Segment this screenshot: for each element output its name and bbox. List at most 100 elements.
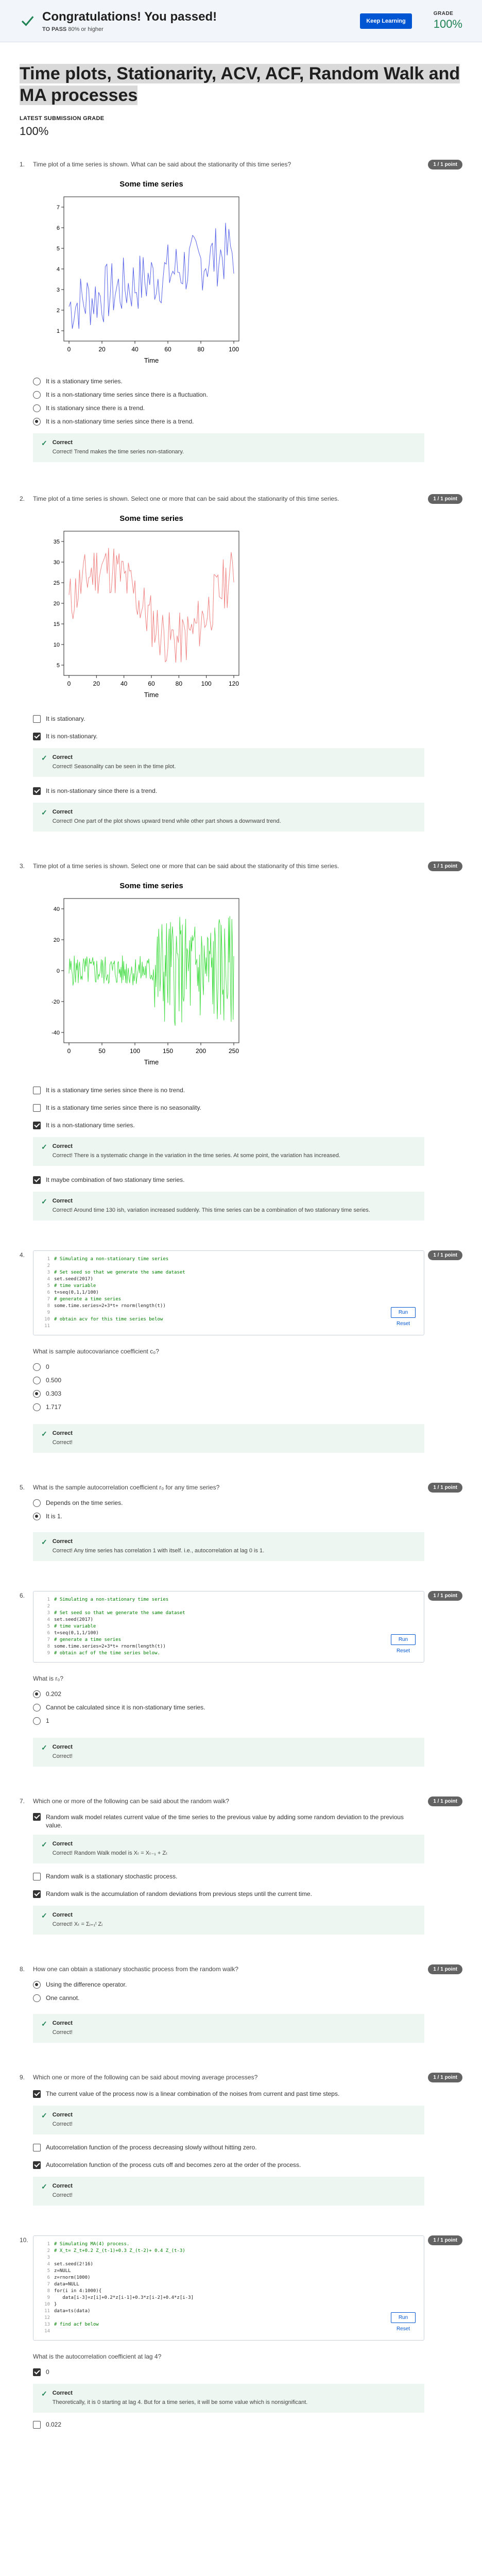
result-banner: Congratulations! You passed! TO PASS 80%… <box>0 0 482 42</box>
chart-title: Some time series <box>119 514 183 523</box>
y-tick-label: 4 <box>57 266 60 273</box>
checkbox[interactable] <box>33 1890 41 1898</box>
radio-button[interactable] <box>33 1703 41 1711</box>
option[interactable]: Cannot be calculated since it is non-sta… <box>33 1701 462 1714</box>
code-editor[interactable]: 1 2 3 4 5 6 7 8 9 10 11 # Simulating a non-station… <box>33 1250 424 1335</box>
y-tick-label: 1 <box>57 328 60 334</box>
run-button[interactable]: Run <box>390 1634 416 1645</box>
checkbox[interactable] <box>33 1104 41 1112</box>
question-text: Which one or more of the following can b… <box>33 2074 258 2081</box>
radio-button[interactable] <box>33 404 41 412</box>
line-numbers: 1 2 3 4 5 6 7 8 9 10 11 12 13 14 <box>33 2241 54 2335</box>
option-selected[interactable]: It maybe combination of two stationary t… <box>33 1173 462 1187</box>
option-selected[interactable]: It is a non-stationary time series since… <box>33 415 462 428</box>
option[interactable]: Depends on the time series. <box>33 1496 462 1510</box>
option-selected[interactable]: It is a non-stationary time series. <box>33 1118 462 1132</box>
option[interactable]: It is a non-stationary time series since… <box>33 388 462 401</box>
radio-button[interactable] <box>33 1690 41 1698</box>
run-button[interactable]: Run <box>390 1307 416 1318</box>
checkbox[interactable] <box>33 1176 41 1184</box>
option-selected[interactable]: 0.202 <box>33 1687 462 1701</box>
radio-button[interactable] <box>33 391 41 399</box>
code-editor[interactable]: 1 2 34 5 67 8 9 # Simulating a non-stationary … <box>33 1591 424 1663</box>
reset-link[interactable]: Reset <box>397 1648 410 1654</box>
plot-frame <box>63 531 239 676</box>
checkbox[interactable] <box>33 1872 41 1880</box>
checkbox[interactable] <box>33 2161 41 2169</box>
checkbox[interactable] <box>33 2420 41 2429</box>
reset-link[interactable]: Reset <box>397 1321 410 1327</box>
reset-link[interactable]: Reset <box>397 2326 410 2332</box>
radio-button[interactable] <box>33 1994 41 2002</box>
option-selected[interactable]: 0.303 <box>33 1387 462 1400</box>
check-circle-icon <box>21 15 34 26</box>
option[interactable]: 1.717 <box>33 1400 462 1414</box>
code-editor[interactable]: 1 2 3 4 5 6 7 8 9 10 11 12 13 14 # Simulating MA(4) p… <box>33 2235 424 2341</box>
option[interactable]: Random walk is a stationary stochastic p… <box>33 1870 462 1883</box>
option-selected[interactable]: The current value of the process now is … <box>33 2087 462 2100</box>
x-tick-label: 80 <box>176 680 183 687</box>
line-number: 5 <box>47 1283 50 1289</box>
checkbox[interactable] <box>33 1813 41 1821</box>
checkbox[interactable] <box>33 1121 41 1129</box>
run-button[interactable]: Run <box>390 2312 416 2323</box>
option-selected[interactable]: Using the difference operator. <box>33 1978 462 1991</box>
checkbox[interactable] <box>33 2143 41 2151</box>
option-selected[interactable]: It is non-stationary since there is a tr… <box>33 784 462 798</box>
code-text[interactable]: # Simulating a non-stationary time serie… <box>54 1256 383 1330</box>
feedback-box: ✓ Correct Correct! Random Walk model is Xₜ… <box>33 1835 424 1863</box>
option[interactable]: One cannot. <box>33 1991 462 2005</box>
option[interactable]: Autocorrelation function of the process … <box>33 2141 462 2154</box>
checkbox[interactable] <box>33 732 41 740</box>
radio-button[interactable] <box>33 1512 41 1520</box>
option[interactable]: It is a stationary time series since the… <box>33 1083 462 1097</box>
radio-button[interactable] <box>33 417 41 426</box>
checkbox[interactable] <box>33 1086 41 1094</box>
option-selected[interactable]: It is 1. <box>33 1510 462 1523</box>
checkbox[interactable] <box>33 2368 41 2376</box>
radio-button[interactable] <box>33 1403 41 1411</box>
option-selected[interactable]: Random walk model relates current value … <box>33 1813 414 1829</box>
option-selected[interactable]: Autocorrelation function of the process … <box>33 2158 462 2172</box>
y-tick-label: 35 <box>54 539 60 545</box>
radio-button[interactable] <box>33 1980 41 1989</box>
code-text[interactable]: # Simulating MA(4) process. # X_t= Z_t+0.… <box>54 2241 383 2335</box>
question-text: Time plot of a time series is shown. Sel… <box>33 495 339 502</box>
option[interactable]: It is stationary since there is a trend. <box>33 401 462 415</box>
option[interactable]: 1 <box>33 1714 462 1727</box>
line-number: 14 <box>44 2329 50 2334</box>
checkbox[interactable] <box>33 2090 41 2098</box>
option[interactable]: It is stationary. <box>33 712 462 725</box>
option[interactable]: 0 <box>33 1360 462 1374</box>
radio-button[interactable] <box>33 1389 41 1398</box>
option[interactable]: It is a stationary time series since the… <box>33 1101 462 1114</box>
radio-button[interactable] <box>33 377 41 385</box>
radio-button[interactable] <box>33 1717 41 1725</box>
points-badge: 1 / 1 point <box>428 1591 462 1601</box>
x-tick-label: 40 <box>120 680 128 687</box>
code-line: # obtain acv for this time series below <box>54 1317 163 1322</box>
line-number: 1 <box>47 1597 50 1602</box>
y-tick-label: 40 <box>54 906 60 912</box>
check-icon: ✓ <box>41 2182 47 2191</box>
question-text: What is r₀? <box>33 1675 63 1682</box>
checkbox[interactable] <box>33 787 41 795</box>
option-selected[interactable]: 0 <box>33 2365 462 2379</box>
option[interactable]: 0.500 <box>33 1374 462 1387</box>
radio-button[interactable] <box>33 1499 41 1507</box>
code-text[interactable]: # Simulating a non-stationary time serie… <box>54 1597 383 1657</box>
code-line: # Set seed so that we generate the same … <box>54 1270 185 1275</box>
x-axis-label: Time <box>144 1058 159 1066</box>
checkbox[interactable] <box>33 715 41 723</box>
radio-button[interactable] <box>33 1363 41 1371</box>
option[interactable]: 0.022 <box>33 2418 462 2431</box>
option-selected[interactable]: It is non-stationary. <box>33 730 462 743</box>
code-line: some.time.series=2+3*t+ rnorm(length(t)) <box>54 1644 166 1649</box>
option-selected[interactable]: Random walk is the accumulation of rando… <box>33 1887 462 1901</box>
check-icon: ✓ <box>41 2111 47 2120</box>
option[interactable]: It is a stationary time series. <box>33 375 462 388</box>
radio-button[interactable] <box>33 1376 41 1384</box>
keep-learning-button[interactable]: Keep Learning <box>360 13 412 29</box>
line-number: 6 <box>47 1631 50 1636</box>
